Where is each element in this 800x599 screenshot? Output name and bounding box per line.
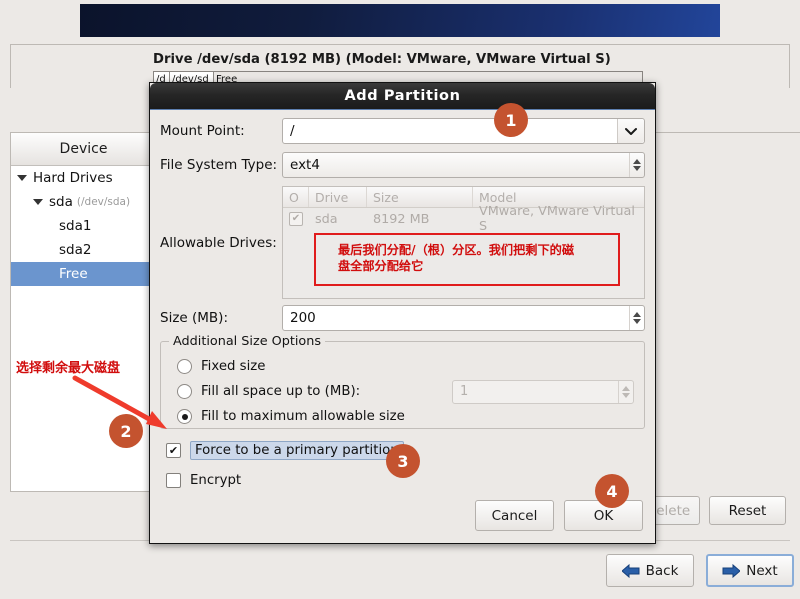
back-button[interactable]: Back (606, 554, 694, 587)
step-badge-1: 1 (494, 103, 528, 137)
tree-item-sda2[interactable]: sda2 (11, 238, 156, 262)
chevron-down-icon (622, 392, 630, 398)
row-checkbox-cell: ✔ (283, 212, 309, 226)
radio-fill-to-maximum[interactable]: Fill to maximum allowable size (171, 404, 634, 429)
size-input[interactable]: 200 (282, 305, 645, 331)
radio-icon[interactable] (177, 409, 192, 424)
group-legend: Additional Size Options (169, 334, 326, 349)
chevron-down-icon[interactable] (617, 119, 644, 143)
radio-label: Fixed size (201, 359, 266, 374)
column-header-size: Size (367, 187, 473, 207)
drive-title: Drive /dev/sda (8192 MB) (Model: VMware,… (153, 52, 611, 67)
tree-item-label: Hard Drives (33, 170, 113, 186)
additional-size-options-group: Additional Size Options Fixed size Fill … (160, 334, 645, 429)
tree-item-label: Free (59, 266, 88, 282)
annotation-red-box: 最后我们分配/（根）分区。我们把剩下的磁 盘全部分配给它 (314, 233, 620, 286)
size-value: 200 (290, 310, 316, 326)
allowable-drives-table: O Drive Size Model ✔ sda 8192 MB VMware,… (282, 186, 645, 299)
size-row: Size (MB): 200 (160, 305, 645, 331)
back-button-label: Back (645, 562, 679, 579)
size-stepper[interactable] (629, 306, 644, 330)
fill-upto-input: 1 (452, 379, 634, 404)
fs-type-label: File System Type: (160, 157, 278, 173)
mount-point-row: Mount Point: / (160, 118, 645, 144)
tree-item-label: sda2 (59, 242, 92, 258)
chevron-down-icon (633, 319, 641, 324)
tree-item-sda1[interactable]: sda1 (11, 214, 156, 238)
fs-type-select[interactable]: ext4 (282, 152, 645, 178)
row-model: VMware, VMware Virtual S (479, 204, 635, 234)
tree-item-label: sda (49, 194, 73, 210)
checkbox-icon[interactable] (166, 472, 181, 488)
allowable-drives-label: Allowable Drives: (160, 234, 277, 251)
annotation-red-line1: 最后我们分配/（根）分区。我们把剩下的磁 (338, 243, 575, 257)
cancel-button[interactable]: Cancel (475, 500, 554, 531)
allowable-drives-row: Allowable Drives: O Drive Size Model ✔ s… (160, 186, 645, 299)
device-tree-header: Device (11, 133, 156, 166)
column-header-o: O (283, 187, 309, 207)
arrow-right-icon (722, 563, 742, 578)
mount-point-combo[interactable]: / (282, 118, 645, 144)
fill-upto-stepper (618, 380, 633, 403)
checkbox-icon: ✔ (289, 212, 303, 226)
step-badge-4: 4 (595, 474, 629, 508)
tree-item-hard-drives[interactable]: Hard Drives (11, 166, 156, 190)
radio-label: Fill all space up to (MB): (201, 384, 361, 399)
tree-item-label: sda1 (59, 218, 92, 234)
column-header-drive: Drive (309, 187, 367, 207)
fs-type-row: File System Type: ext4 (160, 152, 645, 178)
updown-icon[interactable] (629, 153, 644, 177)
chevron-up-icon (633, 312, 641, 317)
chevron-down-icon[interactable] (33, 199, 43, 205)
arrow-left-icon (620, 563, 640, 578)
tree-item-free[interactable]: Free (11, 262, 156, 286)
tree-item-sublabel: (/dev/sda) (76, 196, 131, 208)
annotation-red-line2: 盘全部分配给它 (338, 259, 424, 274)
encrypt-label: Encrypt (190, 472, 242, 488)
chevron-down-icon[interactable] (17, 175, 27, 181)
force-primary-label: Force to be a primary partition (190, 440, 404, 460)
radio-fixed-size[interactable]: Fixed size (171, 354, 634, 379)
chevron-down-icon (633, 166, 641, 171)
radio-fill-all-space-up-to[interactable]: Fill all space up to (MB): 1 (171, 379, 634, 404)
size-label: Size (MB): (160, 310, 228, 326)
dialog-title: Add Partition (150, 83, 655, 110)
radio-label: Fill to maximum allowable size (201, 409, 405, 424)
reset-button[interactable]: Reset (709, 496, 786, 525)
chevron-up-icon (622, 385, 630, 391)
chevron-up-icon (633, 159, 641, 164)
screen: Drive /dev/sda (8192 MB) (Model: VMware,… (0, 0, 800, 599)
table-row: ✔ sda 8192 MB VMware, VMware Virtual S (283, 204, 644, 234)
tree-item-sda[interactable]: sda (/dev/sda) (11, 190, 156, 214)
fill-upto-value: 1 (460, 384, 469, 399)
radio-icon[interactable] (177, 359, 192, 374)
row-size: 8192 MB (373, 211, 430, 227)
step-badge-3: 3 (386, 444, 420, 478)
radio-icon[interactable] (177, 384, 192, 399)
mount-point-label: Mount Point: (160, 123, 245, 139)
step-badge-2: 2 (109, 414, 143, 448)
annotation-left-text: 选择剩余最大磁盘 (16, 361, 121, 376)
mount-point-value: / (290, 123, 295, 139)
checkbox-icon[interactable]: ✔ (166, 442, 181, 458)
fs-type-value: ext4 (290, 157, 320, 173)
row-drive: sda (315, 211, 338, 227)
next-button[interactable]: Next (706, 554, 794, 587)
installer-banner (80, 4, 720, 37)
next-button-label: Next (746, 562, 778, 579)
